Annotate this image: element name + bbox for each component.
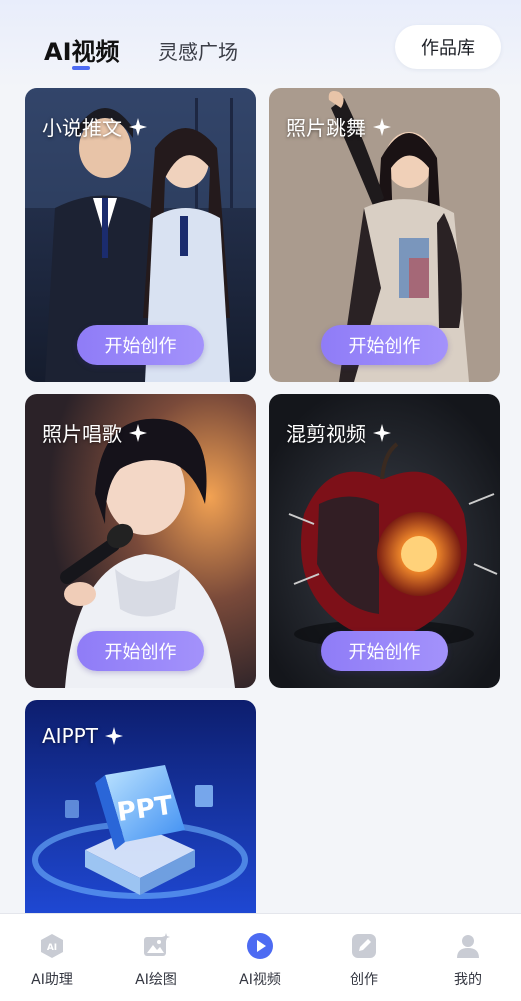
tab-ai-video[interactable]: AI视频 [44, 32, 120, 67]
start-creating-button[interactable]: 开始创作 [321, 325, 448, 365]
active-tab-indicator [72, 66, 90, 70]
play-icon [247, 933, 273, 959]
start-creating-button[interactable]: 开始创作 [321, 631, 448, 671]
card-title: 小说推文 [42, 112, 148, 141]
card-title: 照片跳舞 [286, 112, 392, 141]
feature-card-photo-dance[interactable]: 照片跳舞 开始创作 [269, 88, 500, 382]
nav-item-ai-video[interactable]: AI视频 [208, 914, 312, 1001]
nav-item-profile[interactable]: 我的 [416, 914, 520, 1001]
feature-card-photo-sing[interactable]: 照片唱歌 开始创作 [25, 394, 256, 688]
card-title: AIPPT [42, 724, 124, 748]
sparkle-icon [129, 423, 147, 442]
nav-item-create[interactable]: 创作 [312, 914, 416, 1001]
nav-item-ai-assistant[interactable]: AI AI助理 [0, 914, 104, 1001]
header-bar: AI视频 灵感广场 作品库 [0, 0, 521, 88]
nav-item-ai-drawing[interactable]: AI绘图 [104, 914, 208, 1001]
pencil-icon [352, 934, 376, 958]
image-icon [144, 933, 170, 956]
works-library-button[interactable]: 作品库 [395, 25, 501, 69]
start-creating-button[interactable]: 开始创作 [77, 631, 204, 671]
feature-card-remix-video[interactable]: 混剪视频 开始创作 [269, 394, 500, 688]
bottom-navigation: AI AI助理 AI绘图 AI视频 创作 我的 [0, 913, 521, 1001]
user-icon [457, 935, 479, 958]
sparkle-icon [373, 117, 391, 136]
ai-assistant-icon: AI [41, 934, 63, 958]
feature-card-novel[interactable]: 小说推文 开始创作 [25, 88, 256, 382]
tab-inspiration-square[interactable]: 灵感广场 [158, 36, 238, 65]
svg-text:AI: AI [47, 943, 57, 953]
sparkle-icon [129, 117, 147, 136]
start-creating-button[interactable]: 开始创作 [77, 325, 204, 365]
card-title: 混剪视频 [286, 418, 392, 447]
sparkle-icon [104, 727, 123, 745]
sparkle-icon [373, 423, 391, 442]
card-title: 照片唱歌 [42, 418, 148, 447]
feature-card-aippt[interactable]: PPT AIPPT [25, 700, 256, 920]
